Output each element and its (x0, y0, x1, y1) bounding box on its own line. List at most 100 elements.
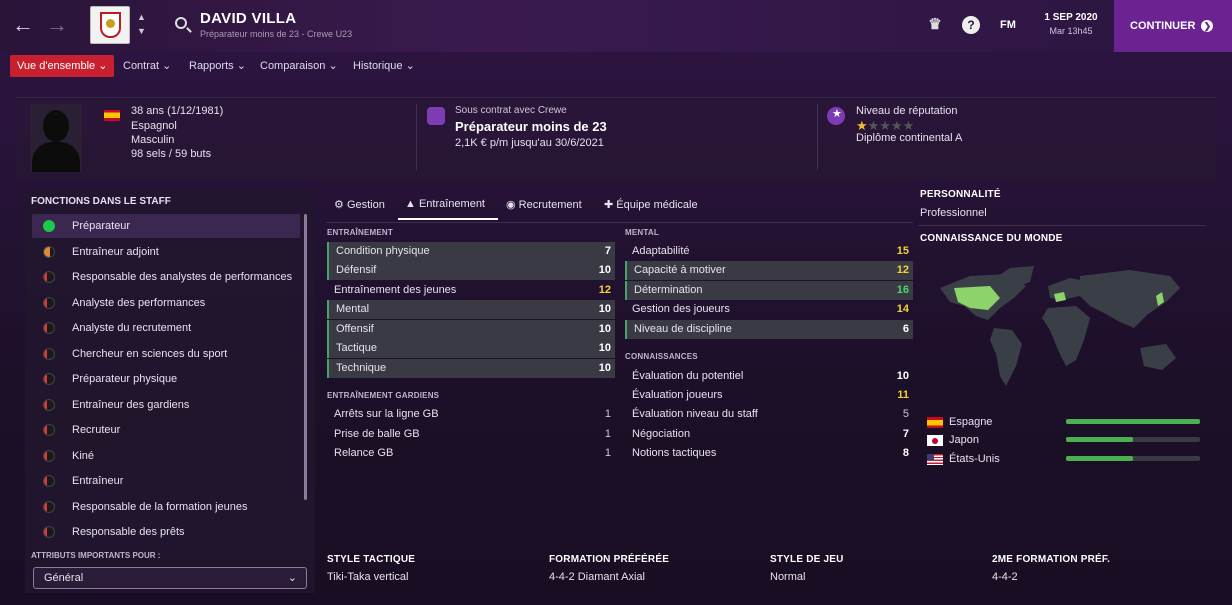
rating-dot-icon (43, 297, 55, 309)
rating-dot-icon (43, 220, 55, 232)
attribute-row: Évaluation du potentiel 10 (632, 370, 909, 382)
rating-dot-icon (43, 450, 55, 462)
second-formation-value: 4-4-2 (992, 571, 1018, 583)
attribute-row: Tactique 10 (327, 339, 615, 358)
caps: 98 sels / 59 buts (131, 148, 212, 160)
role-item[interactable]: Analyste des performances (32, 291, 300, 315)
japan-flag-icon (927, 435, 943, 446)
attribute-row: Niveau de discipline 6 (625, 320, 913, 339)
attribute-row: Offensif 10 (327, 320, 615, 339)
tab-label: Gestion (346, 199, 385, 211)
rating-dot-icon (43, 348, 55, 360)
country-name: Japon (949, 434, 979, 446)
role-item[interactable]: Responsable de la formation jeunes (32, 495, 300, 519)
gk-section-title: ENTRAÎNEMENT GARDIENS (327, 391, 440, 400)
attributes-for-label: ATTRIBUTS IMPORTANTS POUR : (31, 551, 161, 560)
help-icon[interactable]: ? (962, 16, 980, 34)
rating-dot-icon (43, 271, 55, 283)
personality-title: PERSONNALITÉ (920, 189, 1001, 200)
knowledge-fill (1066, 456, 1133, 461)
nationality: Espagnol (131, 120, 177, 132)
role-item[interactable]: Responsable des prêts (32, 520, 300, 544)
continue-arrow-icon: ❯ (1201, 20, 1214, 32)
gender: Masculin (131, 134, 175, 146)
forward-arrow-icon[interactable]: → (46, 14, 68, 36)
tab-medical[interactable]: ✚ Équipe médicale (604, 198, 698, 220)
preferred-formation-value: 4-4-2 Diamant Axial (549, 571, 645, 583)
menu-overview[interactable]: Vue d'ensemble ⌄ (10, 55, 115, 77)
search-icon[interactable] (175, 17, 187, 29)
menu-comparison[interactable]: Comparaison ⌄ (260, 55, 338, 77)
asia-shape (1080, 270, 1180, 328)
role-item[interactable]: Responsable des analystes de performance… (32, 265, 300, 289)
trophy-icon[interactable]: ♛ (926, 16, 944, 34)
role-item[interactable]: Kiné (32, 444, 300, 468)
diploma: Diplôme continental A (856, 132, 963, 144)
attribute-row: Entraînement des jeunes 12 (334, 284, 611, 296)
role-item[interactable]: Préparateur (32, 214, 300, 238)
role-label: Préparateur physique (72, 373, 178, 385)
attributes-for-select[interactable]: Général ⌄ (33, 567, 307, 589)
rating-dot-icon (43, 424, 55, 436)
attribute-row: Détermination 16 (625, 281, 913, 300)
spain-flag-icon (927, 417, 943, 428)
roles-scrollbar[interactable] (304, 214, 307, 500)
reputation-label: Niveau de réputation (856, 105, 958, 117)
role-label: Analyste du recrutement (72, 322, 192, 334)
people-icon: ⚙ (334, 199, 344, 211)
attribute-row: Arrêts sur la ligne GB 1 (334, 408, 611, 420)
chevron-down-icon[interactable]: ▼ (137, 26, 146, 36)
rating-dot-icon (43, 501, 55, 513)
knowledge-fill (1066, 437, 1133, 442)
game-time: Mar 13h45 (1049, 26, 1093, 36)
contract-icon (427, 107, 445, 125)
role-item[interactable]: Chercheur en sciences du sport (32, 342, 300, 366)
role-label: Responsable des analystes de performance… (72, 271, 293, 283)
menu-contract[interactable]: Contrat ⌄ (123, 55, 171, 77)
attribute-row: Condition physique 7 (327, 242, 615, 261)
binoculars-icon: ◉ (506, 199, 516, 211)
rating-dot-icon (43, 373, 55, 385)
role-item[interactable]: Recruteur (32, 418, 300, 442)
knowledge-section-title: CONNAISSANCES (625, 352, 698, 361)
attribute-row: Notions tactiques 8 (632, 447, 909, 459)
divider (416, 104, 417, 170)
role-item[interactable]: Entraîneur (32, 469, 300, 493)
rating-dot-icon (43, 526, 55, 538)
rating-dot-icon (43, 399, 55, 411)
role-item[interactable]: Analyste du recrutement (32, 316, 300, 340)
tab-scouting[interactable]: ◉ Recrutement (506, 198, 582, 220)
menu-reports[interactable]: Rapports ⌄ (189, 55, 246, 77)
role-label: Entraîneur adjoint (72, 246, 159, 258)
chevron-up-icon[interactable]: ▲ (137, 12, 146, 22)
crest-icon (100, 12, 121, 38)
role-label: Responsable des prêts (72, 526, 185, 538)
staff-name: DAVID VILLA (200, 10, 297, 27)
tactical-style-value: Tiki-Taka vertical (327, 571, 409, 583)
role-label: Analyste des performances (72, 297, 206, 309)
role-item[interactable]: Entraîneur des gardiens (32, 393, 300, 417)
role-label: Chercheur en sciences du sport (72, 348, 228, 360)
second-formation-label: 2ME FORMATION PRÉF. (992, 554, 1111, 565)
role-item[interactable]: Entraîneur adjoint (32, 240, 300, 264)
role-item[interactable]: Préparateur physique (32, 367, 300, 391)
africa-shape (1042, 306, 1090, 366)
star-glyph-icon: ★ (832, 108, 842, 120)
role-label: Préparateur (72, 220, 131, 232)
back-arrow-icon[interactable]: ← (12, 14, 34, 36)
attribute-row: Évaluation joueurs 11 (632, 389, 909, 401)
divider (918, 225, 1206, 226)
knowledge-bar (1066, 437, 1200, 442)
usa-flag-icon (927, 454, 943, 465)
age: 38 ans (1/12/1981) (131, 105, 224, 117)
tab-management[interactable]: ⚙ Gestion (334, 198, 385, 220)
fm-logo[interactable]: FM (996, 16, 1020, 34)
attribute-row: Capacité à motiver 12 (625, 261, 913, 280)
club-badge[interactable] (90, 6, 130, 44)
continue-button[interactable]: CONTINUER ❯ (1114, 0, 1232, 52)
tab-training[interactable]: ▲ Entraînement (398, 198, 498, 220)
select-value: Général (44, 572, 84, 584)
menu-history[interactable]: Historique ⌄ (353, 55, 415, 77)
attribute-row: Négociation 7 (632, 428, 909, 440)
south-america-shape (990, 328, 1022, 386)
